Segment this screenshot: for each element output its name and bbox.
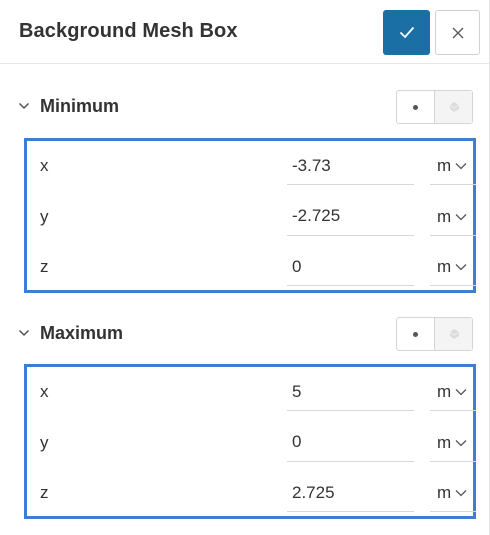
minimum-x-unit-select[interactable]: m	[430, 147, 476, 185]
point-mode-button[interactable]	[397, 318, 435, 350]
unit-label: m	[437, 432, 452, 452]
chevron-down-icon	[455, 389, 467, 396]
maximum-coordinates-box: x m y m z m	[24, 364, 476, 519]
point-icon	[413, 104, 418, 110]
chevron-down-icon	[455, 264, 467, 271]
point-mode-button[interactable]	[397, 91, 435, 123]
maximum-x-unit-select[interactable]: m	[430, 373, 476, 411]
chevron-down-icon	[455, 439, 467, 446]
maximum-z-unit-select[interactable]: m	[430, 474, 476, 512]
minimum-section-title: Minimum	[40, 96, 119, 116]
maximum-x-row: x m	[27, 367, 476, 418]
box-select-button[interactable]	[435, 91, 472, 123]
maximum-z-row: z m	[27, 468, 476, 519]
panel-title: Background Mesh Box	[19, 20, 238, 42]
chevron-down-icon[interactable]	[17, 99, 31, 113]
unit-label: m	[437, 257, 452, 276]
axis-label-x: x	[40, 382, 49, 401]
chevron-down-icon	[455, 213, 467, 220]
minimum-x-input[interactable]	[287, 147, 414, 185]
chevron-down-icon	[455, 490, 467, 497]
minimum-x-row: x m	[27, 141, 476, 192]
unit-label: m	[437, 483, 452, 502]
point-icon	[413, 331, 418, 337]
minimum-coordinates-box: x m y m z m	[24, 138, 476, 293]
background-mesh-box-panel: Background Mesh Box Minimum x -3.73 m y …	[0, 0, 490, 535]
axis-label-z: z	[40, 483, 49, 502]
box-select-icon	[449, 329, 459, 339]
axis-label-z: z	[40, 257, 49, 276]
maximum-section-title: Maximum	[40, 323, 124, 343]
minimum-z-input[interactable]	[287, 248, 414, 286]
maximum-x-input[interactable]	[287, 373, 414, 411]
maximum-pick-toggle	[396, 317, 473, 351]
box-select-icon	[449, 102, 459, 112]
minimum-z-row: z m	[27, 242, 476, 293]
minimum-pick-toggle	[396, 90, 473, 124]
panel-header: Background Mesh Box	[0, 0, 489, 64]
chevron-down-icon	[455, 163, 467, 170]
unit-label: m	[437, 206, 452, 226]
maximum-z-input[interactable]	[287, 474, 414, 512]
close-button[interactable]	[435, 10, 480, 55]
minimum-section-header[interactable]: Minimum	[0, 87, 489, 127]
maximum-y-row: y m	[27, 418, 476, 469]
chevron-down-icon[interactable]	[17, 326, 31, 340]
minimum-z-unit-select[interactable]: m	[430, 248, 476, 286]
box-select-button[interactable]	[435, 318, 472, 350]
confirm-button[interactable]	[383, 10, 430, 55]
axis-label-x: x	[40, 156, 49, 175]
maximum-y-unit-select[interactable]: m	[430, 424, 476, 462]
maximum-y-input[interactable]	[287, 423, 414, 462]
minimum-y-unit-select[interactable]: m	[430, 198, 476, 236]
close-icon	[452, 27, 463, 38]
unit-label: m	[437, 156, 452, 175]
minimum-y-input[interactable]	[287, 197, 414, 236]
check-icon	[399, 26, 414, 39]
axis-label-y: y	[40, 206, 49, 226]
axis-label-y: y	[40, 432, 49, 452]
minimum-y-row: y m	[27, 192, 476, 243]
maximum-section-header[interactable]: Maximum	[0, 314, 489, 354]
unit-label: m	[437, 382, 452, 401]
